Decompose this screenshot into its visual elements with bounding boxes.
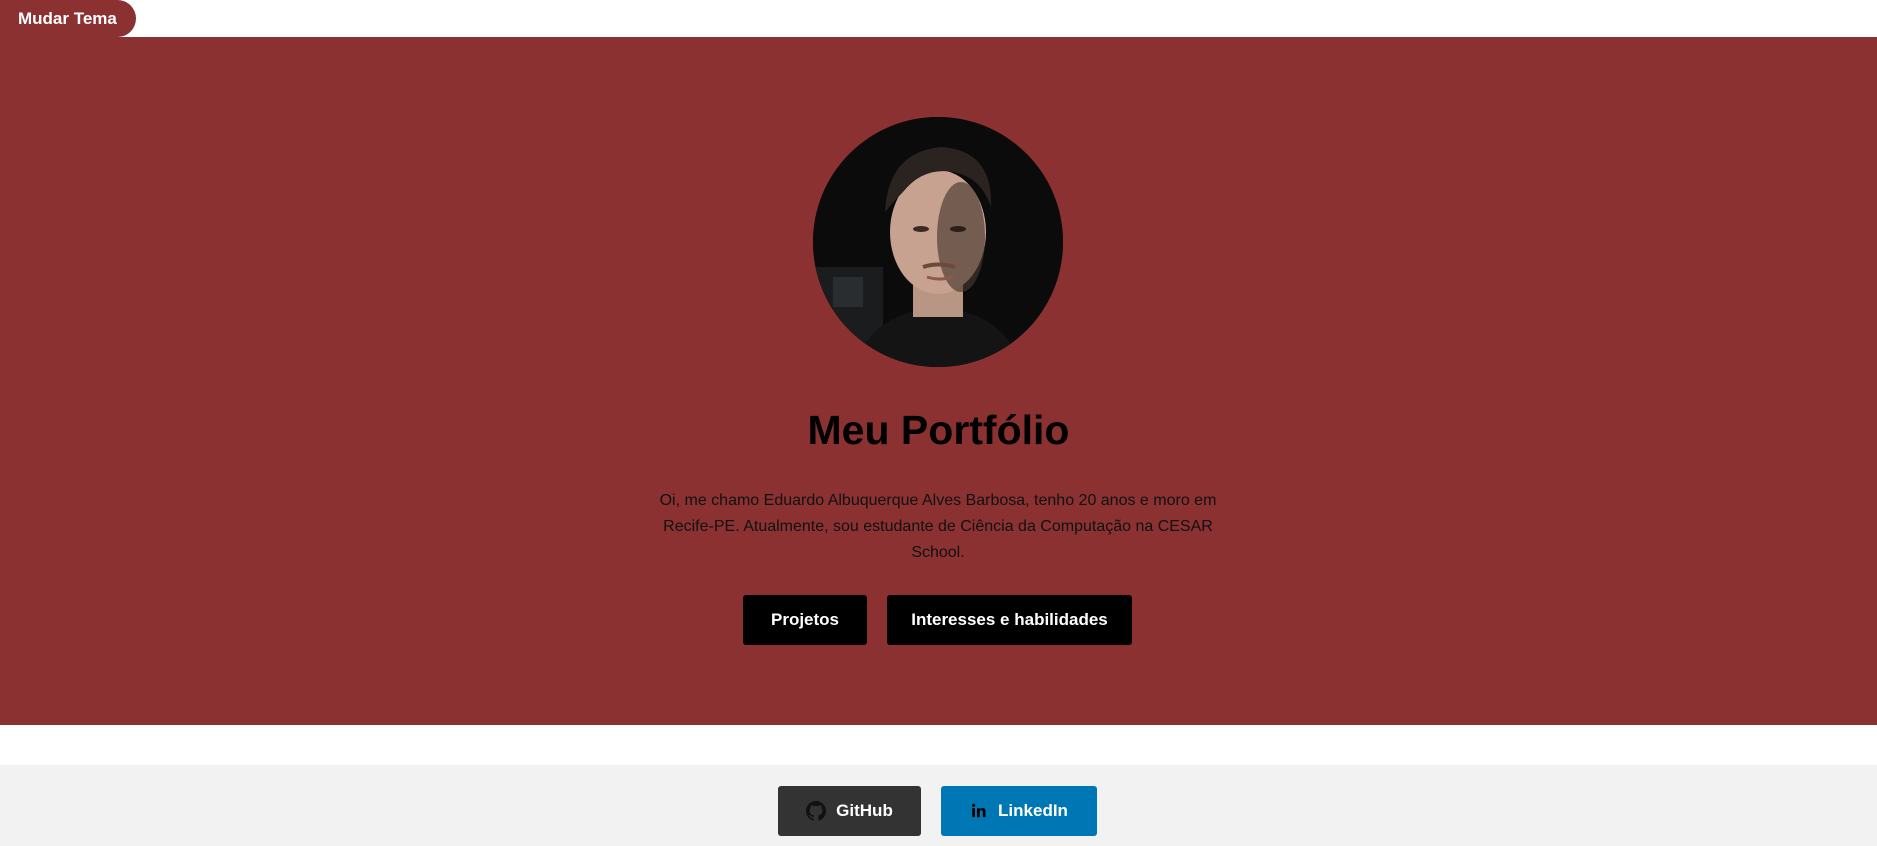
page-title: Meu Portfólio bbox=[807, 407, 1070, 453]
footer: GitHub LinkedIn bbox=[0, 765, 1877, 846]
github-link[interactable]: GitHub bbox=[778, 786, 921, 836]
change-theme-button[interactable]: Mudar Tema bbox=[0, 0, 136, 37]
projects-button[interactable]: Projetos bbox=[743, 595, 867, 645]
hero-section: Meu Portfólio Oi, me chamo Eduardo Albuq… bbox=[0, 37, 1877, 725]
avatar bbox=[813, 117, 1063, 367]
linkedin-icon bbox=[970, 802, 988, 820]
github-label: GitHub bbox=[836, 801, 893, 820]
interests-skills-button[interactable]: Interesses e habilidades bbox=[887, 595, 1132, 645]
profile-photo bbox=[813, 117, 1063, 367]
linkedin-label: LinkedIn bbox=[998, 801, 1068, 820]
bio-text: Oi, me chamo Eduardo Albuquerque Alves B… bbox=[659, 492, 1217, 561]
linkedin-link[interactable]: LinkedIn bbox=[941, 786, 1097, 836]
github-icon bbox=[806, 801, 827, 821]
